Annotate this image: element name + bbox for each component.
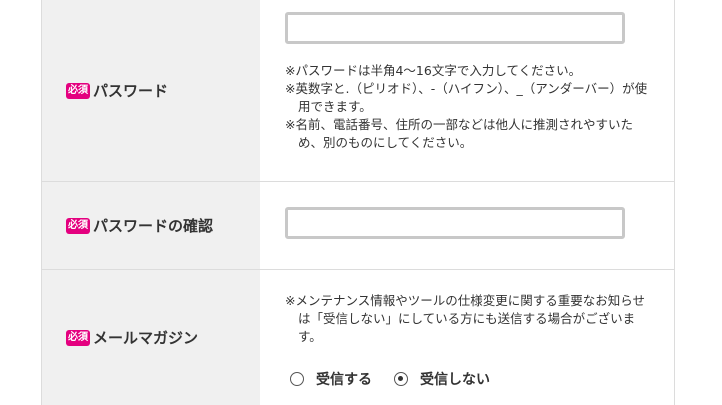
password-confirm-row: 必須 パスワードの確認	[42, 182, 674, 270]
radio-receive-label[interactable]: 受信する	[316, 369, 372, 389]
radio-receive-circle[interactable]	[290, 372, 304, 386]
required-badge: 必須	[66, 82, 90, 99]
mail-magazine-radio-group: 受信する 受信しない	[290, 369, 490, 389]
mail-magazine-label: メールマガジン	[93, 329, 199, 347]
radio-not-receive-label[interactable]: 受信しない	[420, 369, 490, 389]
password-note: ※パスワードは半角4～16文字で入力してください。	[285, 63, 582, 78]
required-badge: 必須	[66, 217, 90, 234]
mail-magazine-value-cell: ※メンテナンス情報やツールの仕様変更に関する重要なお知らせは「受信しない」にして…	[260, 270, 674, 405]
password-note: ※名前、電話番号、住所の一部などは他人に推測されやすいため、別のものにしてくださ…	[285, 117, 633, 150]
password-confirm-value-cell	[260, 182, 674, 269]
password-confirm-label: パスワードの確認	[93, 217, 214, 235]
mail-magazine-label-cell: 必須 メールマガジン	[42, 270, 260, 405]
password-input[interactable]	[285, 12, 625, 44]
password-value-cell: ※パスワードは半角4～16文字で入力してください。 ※英数字と.（ピリオド）、-…	[260, 0, 674, 181]
password-confirm-label-cell: 必須 パスワードの確認	[42, 182, 260, 269]
mail-magazine-row: 必須 メールマガジン ※メンテナンス情報やツールの仕様変更に関する重要なお知らせ…	[42, 270, 674, 405]
radio-not-receive[interactable]: 受信しない	[394, 369, 490, 389]
required-badge: 必須	[66, 329, 90, 346]
password-notes: ※パスワードは半角4～16文字で入力してください。 ※英数字と.（ピリオド）、-…	[285, 62, 655, 152]
password-note: ※英数字と.（ピリオド）、-（ハイフン）、_（アンダーバー）が使用できます。	[285, 81, 648, 114]
radio-receive[interactable]: 受信する	[290, 369, 372, 389]
password-label: パスワード	[93, 82, 169, 100]
password-row: 必須 パスワード ※パスワードは半角4～16文字で入力してください。 ※英数字と…	[42, 0, 674, 182]
mail-magazine-notes: ※メンテナンス情報やツールの仕様変更に関する重要なお知らせは「受信しない」にして…	[285, 292, 655, 346]
password-label-cell: 必須 パスワード	[42, 0, 260, 181]
mail-magazine-note: ※メンテナンス情報やツールの仕様変更に関する重要なお知らせは「受信しない」にして…	[285, 293, 645, 344]
password-confirm-input[interactable]	[285, 207, 625, 239]
account-form-table: 必須 パスワード ※パスワードは半角4～16文字で入力してください。 ※英数字と…	[41, 0, 675, 405]
radio-not-receive-circle[interactable]	[394, 372, 408, 386]
